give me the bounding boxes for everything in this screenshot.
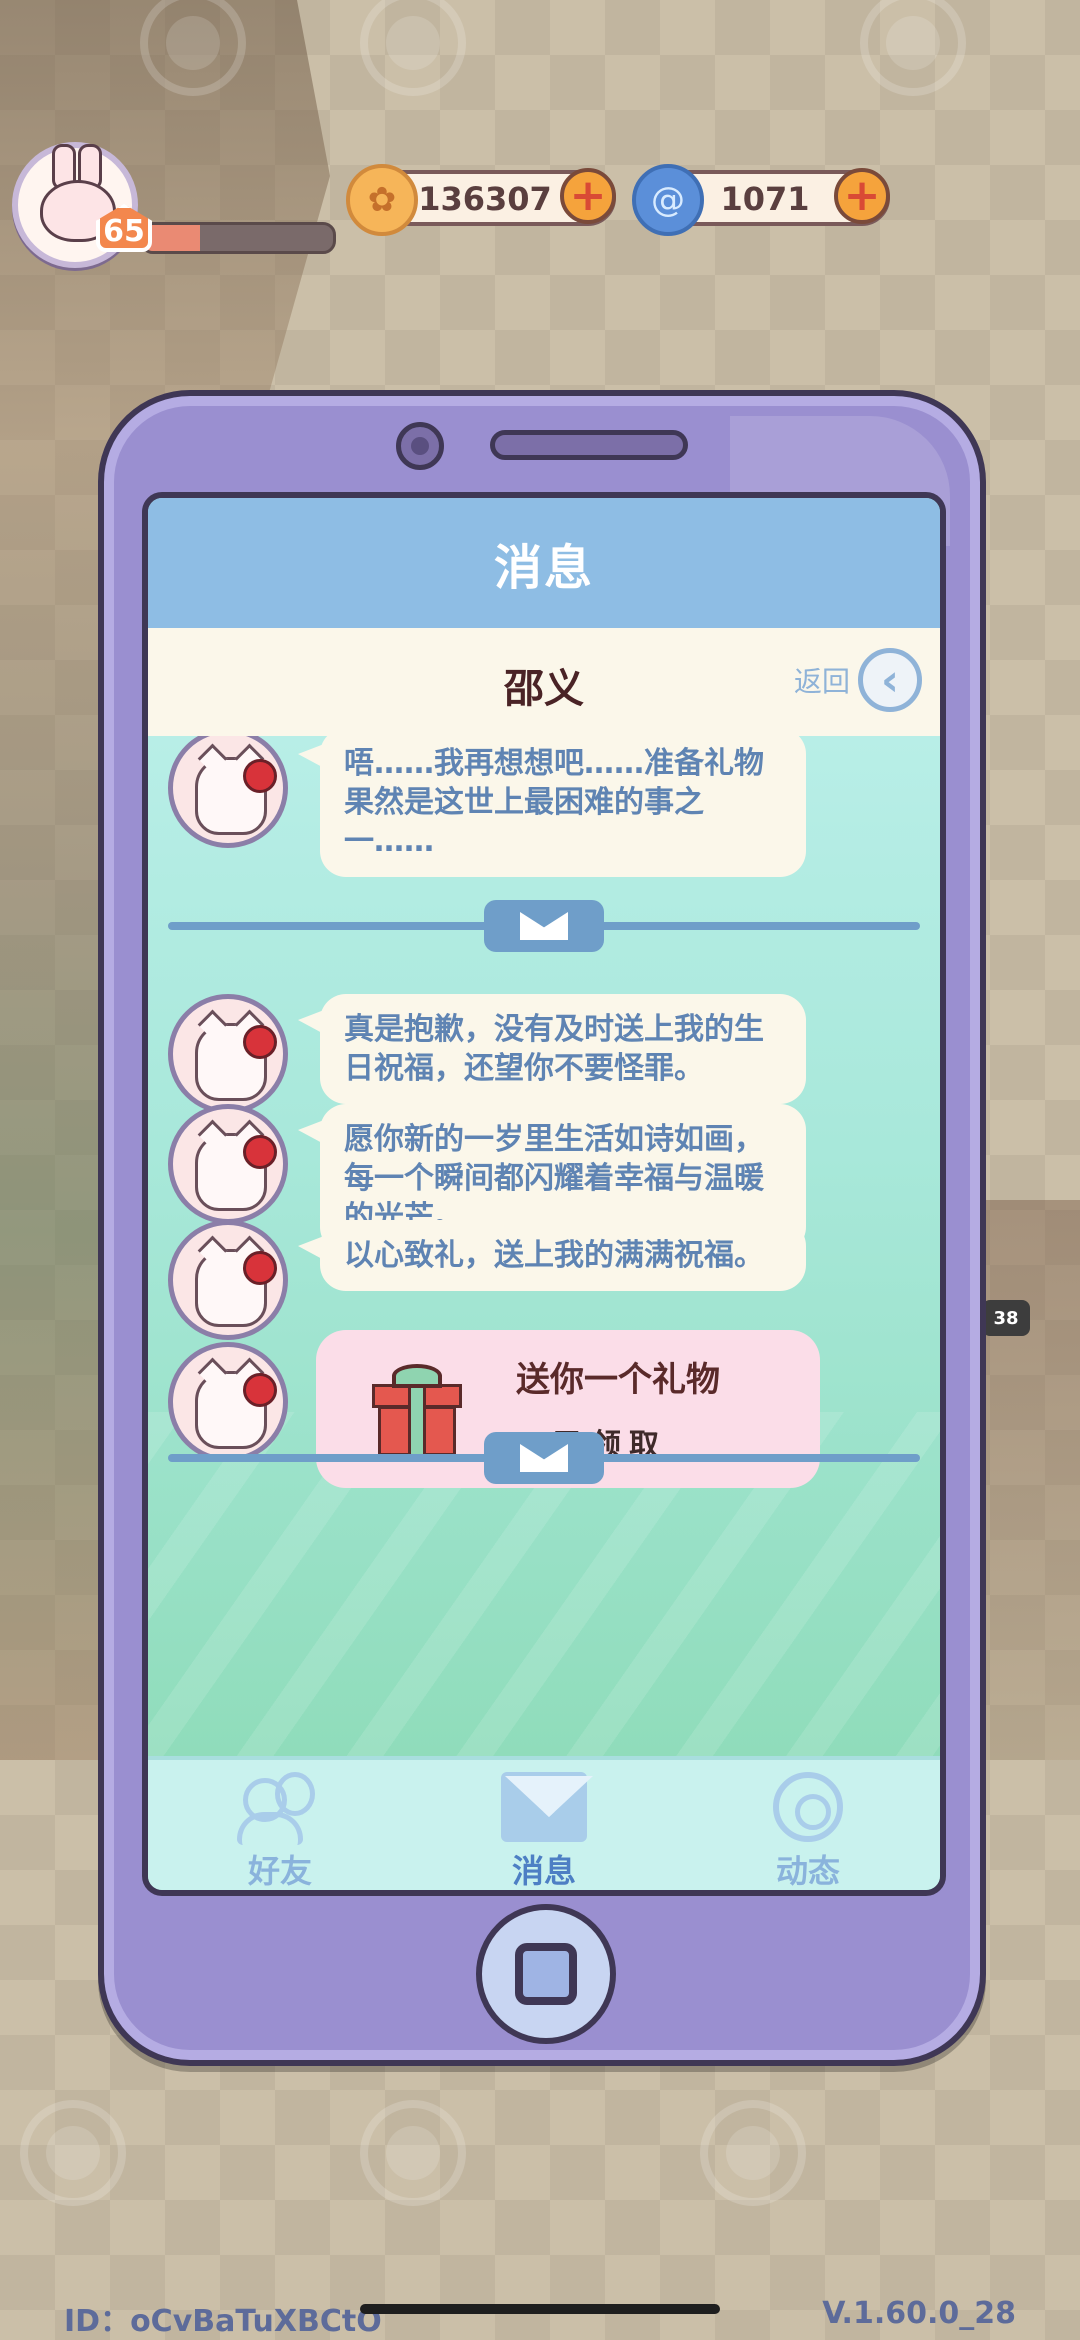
back-button[interactable]: 返回 ‹ — [794, 648, 922, 712]
contact-avatar[interactable] — [168, 1104, 288, 1224]
sun-pattern-icon — [700, 2100, 806, 2206]
message-bubble: 真是抱歉，没有及时送上我的生日祝福，还望你不要怪罪。 — [298, 994, 806, 1104]
coin-counter: ✿ 136307 + — [346, 164, 616, 236]
tab-friends[interactable]: 好友 — [148, 1760, 412, 1890]
phone-home-button[interactable] — [476, 1904, 616, 2044]
tab-label: 消息 — [511, 1852, 576, 1890]
map-marker-badge[interactable]: 38 — [982, 1300, 1030, 1336]
system-home-indicator[interactable] — [360, 2304, 720, 2314]
friends-icon — [237, 1772, 323, 1845]
version-label: V.1.60.0_28 — [822, 2296, 1016, 2331]
game-scene-right — [970, 1200, 1080, 1760]
add-coins-button[interactable]: + — [560, 168, 616, 224]
sun-pattern-icon — [20, 2100, 126, 2206]
contact-avatar[interactable] — [168, 994, 288, 1114]
gem-counter: @ 1071 + — [632, 164, 890, 236]
moments-icon — [773, 1772, 843, 1842]
user-id: ID：oCvBaTuXBCtO — [64, 2304, 382, 2339]
chevron-left-icon: ‹ — [858, 648, 922, 712]
contact-avatar[interactable] — [168, 736, 288, 848]
letter-divider — [168, 1432, 920, 1484]
mail-icon — [501, 1772, 587, 1842]
home-square-icon — [515, 1943, 577, 2005]
swirl-icon: @ — [632, 164, 704, 236]
phone-frame: 消息 邵义 返回 ‹ 唔……我再想想吧……准备礼物果然是这世上最困难的事之一……… — [98, 390, 986, 2066]
back-label: 返回 — [793, 665, 850, 698]
envelope-icon — [484, 1432, 604, 1484]
footer: ID：oCvBaTuXBCtO V.1.60.0_28 — [0, 2296, 1080, 2339]
coin-amount: 136307 — [418, 180, 552, 218]
add-gems-button[interactable]: + — [834, 168, 890, 224]
camera-icon — [396, 422, 444, 470]
tab-label: 好友 — [247, 1852, 312, 1890]
sun-pattern-icon — [360, 2100, 466, 2206]
phone-screen: 消息 邵义 返回 ‹ 唔……我再想想吧……准备礼物果然是这世上最困难的事之一……… — [142, 492, 946, 1896]
gem-amount: 1071 — [720, 180, 810, 218]
conversation-header: 邵义 返回 ‹ — [148, 628, 940, 736]
tab-label: 动态 — [775, 1852, 840, 1890]
coin-icon: ✿ — [346, 164, 418, 236]
page-title: 消息 — [493, 540, 594, 596]
speaker-slot — [490, 430, 688, 460]
gift-title: 送你一个礼物 — [516, 1360, 720, 1400]
tab-messages[interactable]: 消息 — [412, 1760, 676, 1890]
letter-divider — [168, 900, 920, 952]
sun-pattern-icon — [860, 0, 966, 96]
messages-header: 消息 — [148, 498, 940, 628]
message-bubble: 以心致礼，送上我的满满祝福。 — [298, 1220, 806, 1291]
tab-moments[interactable]: 动态 — [676, 1760, 940, 1890]
contact-avatar[interactable] — [168, 1342, 288, 1462]
envelope-icon — [484, 900, 604, 952]
chat-list[interactable]: 唔……我再想想吧……准备礼物果然是这世上最困难的事之一…… 真是抱歉，没有及时送… — [148, 736, 940, 1772]
tab-bar: 好友 消息 动态 — [148, 1756, 940, 1890]
message-row: 唔……我再想想吧……准备礼物果然是这世上最困难的事之一…… — [168, 736, 920, 877]
sun-pattern-icon — [360, 0, 466, 96]
message-bubble: 唔……我再想想吧……准备礼物果然是这世上最困难的事之一…… — [298, 736, 806, 877]
contact-avatar[interactable] — [168, 1220, 288, 1340]
xp-bar — [140, 222, 336, 254]
